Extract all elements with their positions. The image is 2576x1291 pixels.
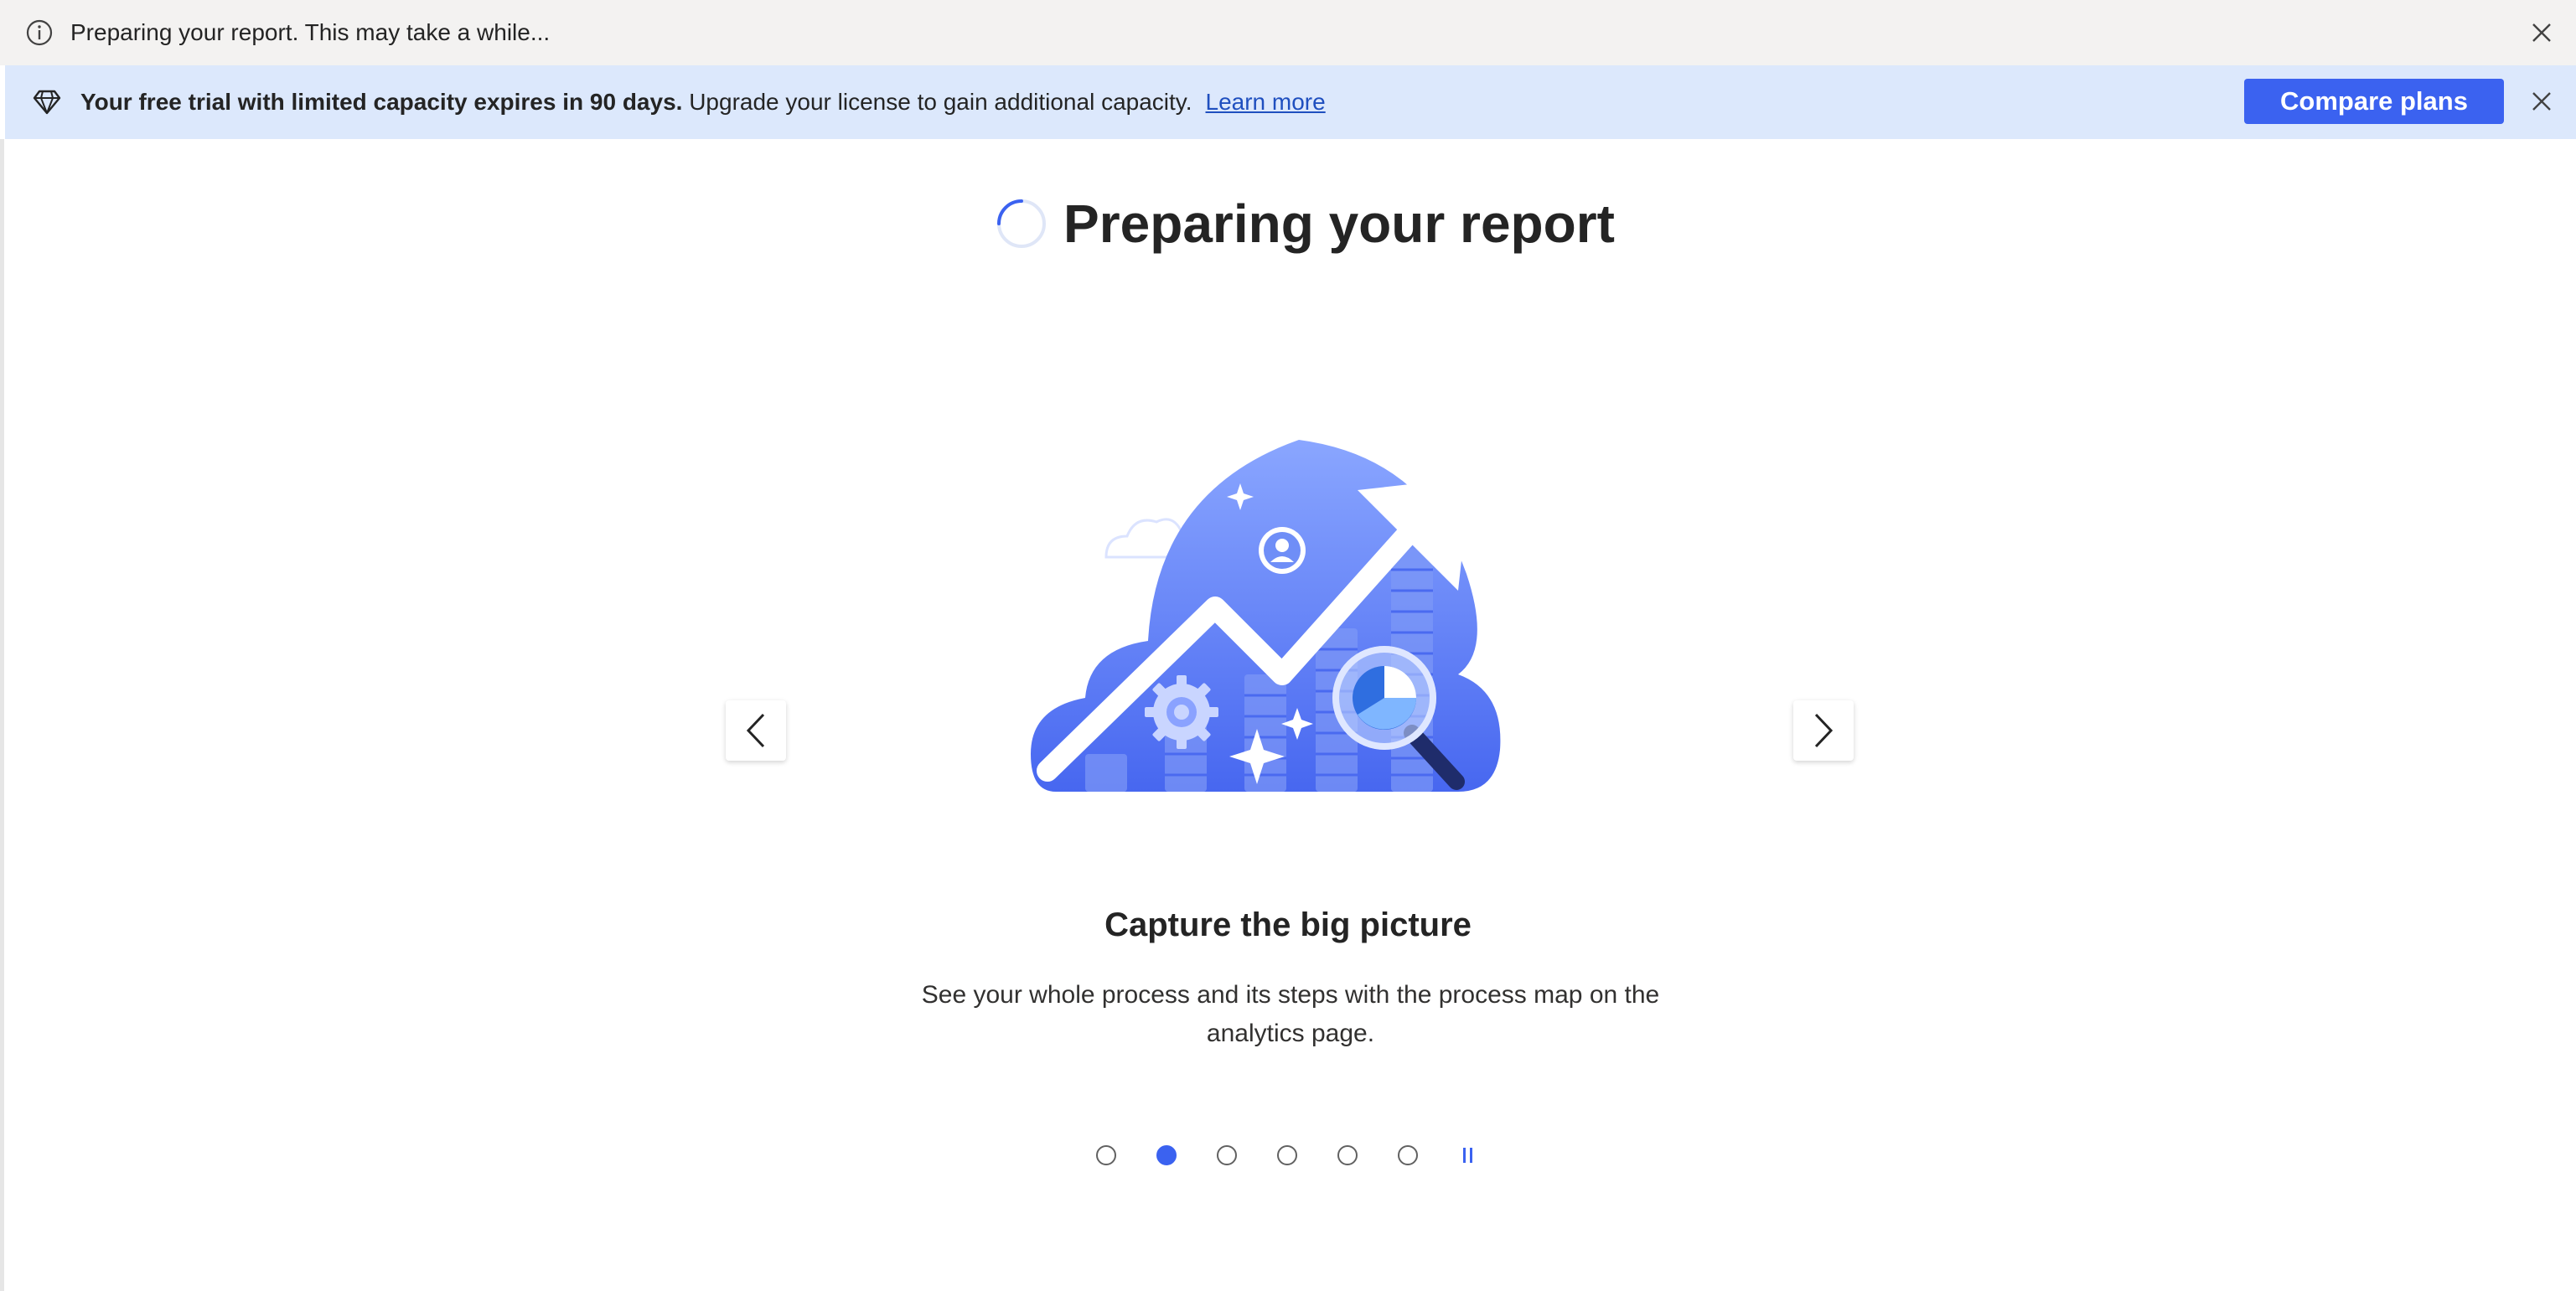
carousel-dot-2[interactable] xyxy=(1156,1145,1177,1165)
info-icon xyxy=(25,18,54,47)
compare-plans-button[interactable]: Compare plans xyxy=(2244,79,2504,124)
trial-message: Your free trial with limited capacity ex… xyxy=(80,89,1192,116)
carousel-dot-3[interactable] xyxy=(1217,1145,1237,1165)
trial-banner: Your free trial with limited capacity ex… xyxy=(5,65,2576,139)
carousel-pause-button[interactable] xyxy=(1458,1145,1478,1165)
diamond-icon xyxy=(30,87,64,117)
close-trial-banner-button[interactable] xyxy=(2526,85,2558,117)
cloud-analytics-illustration xyxy=(1031,440,1501,792)
left-divider xyxy=(0,139,4,1291)
title-row: Preparing your report xyxy=(0,193,2576,255)
close-info-button[interactable] xyxy=(2526,17,2558,49)
pause-icon xyxy=(1463,1148,1472,1163)
info-message: Preparing your report. This may take a w… xyxy=(70,19,551,45)
carousel-dot-5[interactable] xyxy=(1337,1145,1358,1165)
page-title: Preparing your report xyxy=(1063,194,1615,254)
carousel-dot-1[interactable] xyxy=(1096,1145,1116,1165)
carousel-dot-6[interactable] xyxy=(1398,1145,1418,1165)
trial-expiry-text: Your free trial with limited capacity ex… xyxy=(80,89,683,115)
chevron-left-icon xyxy=(746,713,765,748)
trial-upgrade-text: Upgrade your license to gain additional … xyxy=(689,89,1192,115)
slide-heading-row: Capture the big picture xyxy=(0,906,2576,944)
carousel-previous-button[interactable] xyxy=(726,700,786,761)
learn-more-link[interactable]: Learn more xyxy=(1206,89,1326,116)
slide-heading: Capture the big picture xyxy=(1104,906,1472,943)
chevron-right-icon xyxy=(1814,713,1834,748)
page: Preparing your report. This may take a w… xyxy=(0,0,2576,1291)
slide-description: See your whole process and its steps wit… xyxy=(921,981,1660,1047)
loading-spinner-icon xyxy=(997,199,1047,248)
close-icon xyxy=(2532,23,2551,42)
carousel-pagination xyxy=(1096,1145,1478,1165)
carousel-dot-4[interactable] xyxy=(1277,1145,1297,1165)
info-notification-bar: Preparing your report. This may take a w… xyxy=(0,0,2576,65)
carousel-next-button[interactable] xyxy=(1793,700,1854,761)
close-icon xyxy=(2532,92,2551,111)
